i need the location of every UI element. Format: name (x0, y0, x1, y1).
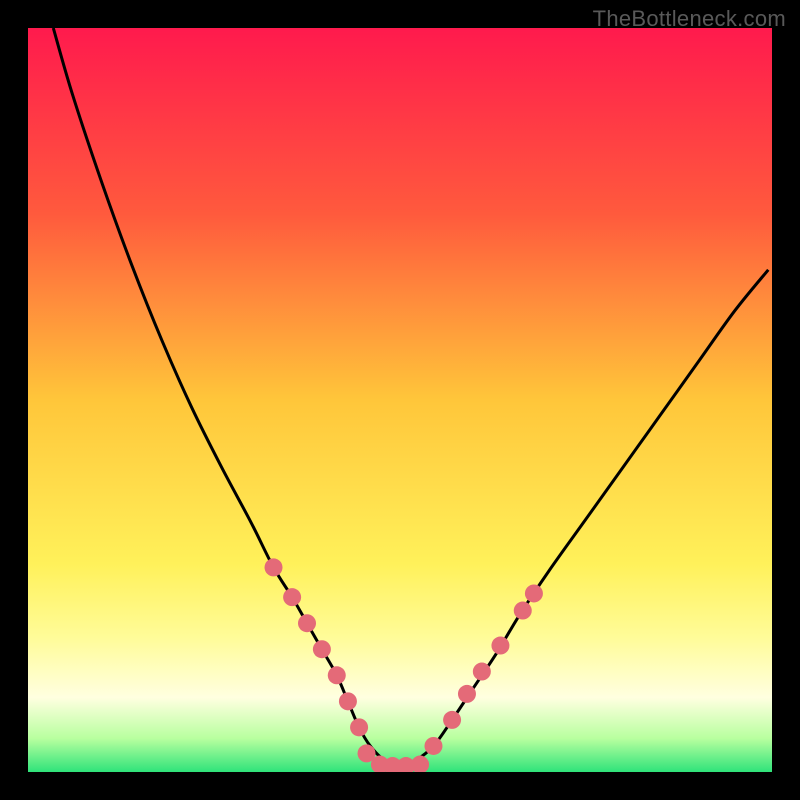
marker-dot (525, 584, 543, 602)
marker-dot (458, 685, 476, 703)
marker-dot (424, 737, 442, 755)
gradient-background (28, 28, 772, 772)
marker-dot (298, 614, 316, 632)
marker-dot (283, 588, 301, 606)
marker-dot (473, 663, 491, 681)
chart-frame: TheBottleneck.com (0, 0, 800, 800)
marker-dot (265, 558, 283, 576)
marker-dot (443, 711, 461, 729)
plot-svg (28, 28, 772, 772)
marker-dot (491, 637, 509, 655)
marker-dot (514, 602, 532, 620)
marker-dot (350, 718, 368, 736)
marker-dot (313, 640, 331, 658)
watermark-text: TheBottleneck.com (593, 6, 786, 32)
marker-dot (328, 666, 346, 684)
marker-dot (339, 692, 357, 710)
plot-area (28, 28, 772, 772)
